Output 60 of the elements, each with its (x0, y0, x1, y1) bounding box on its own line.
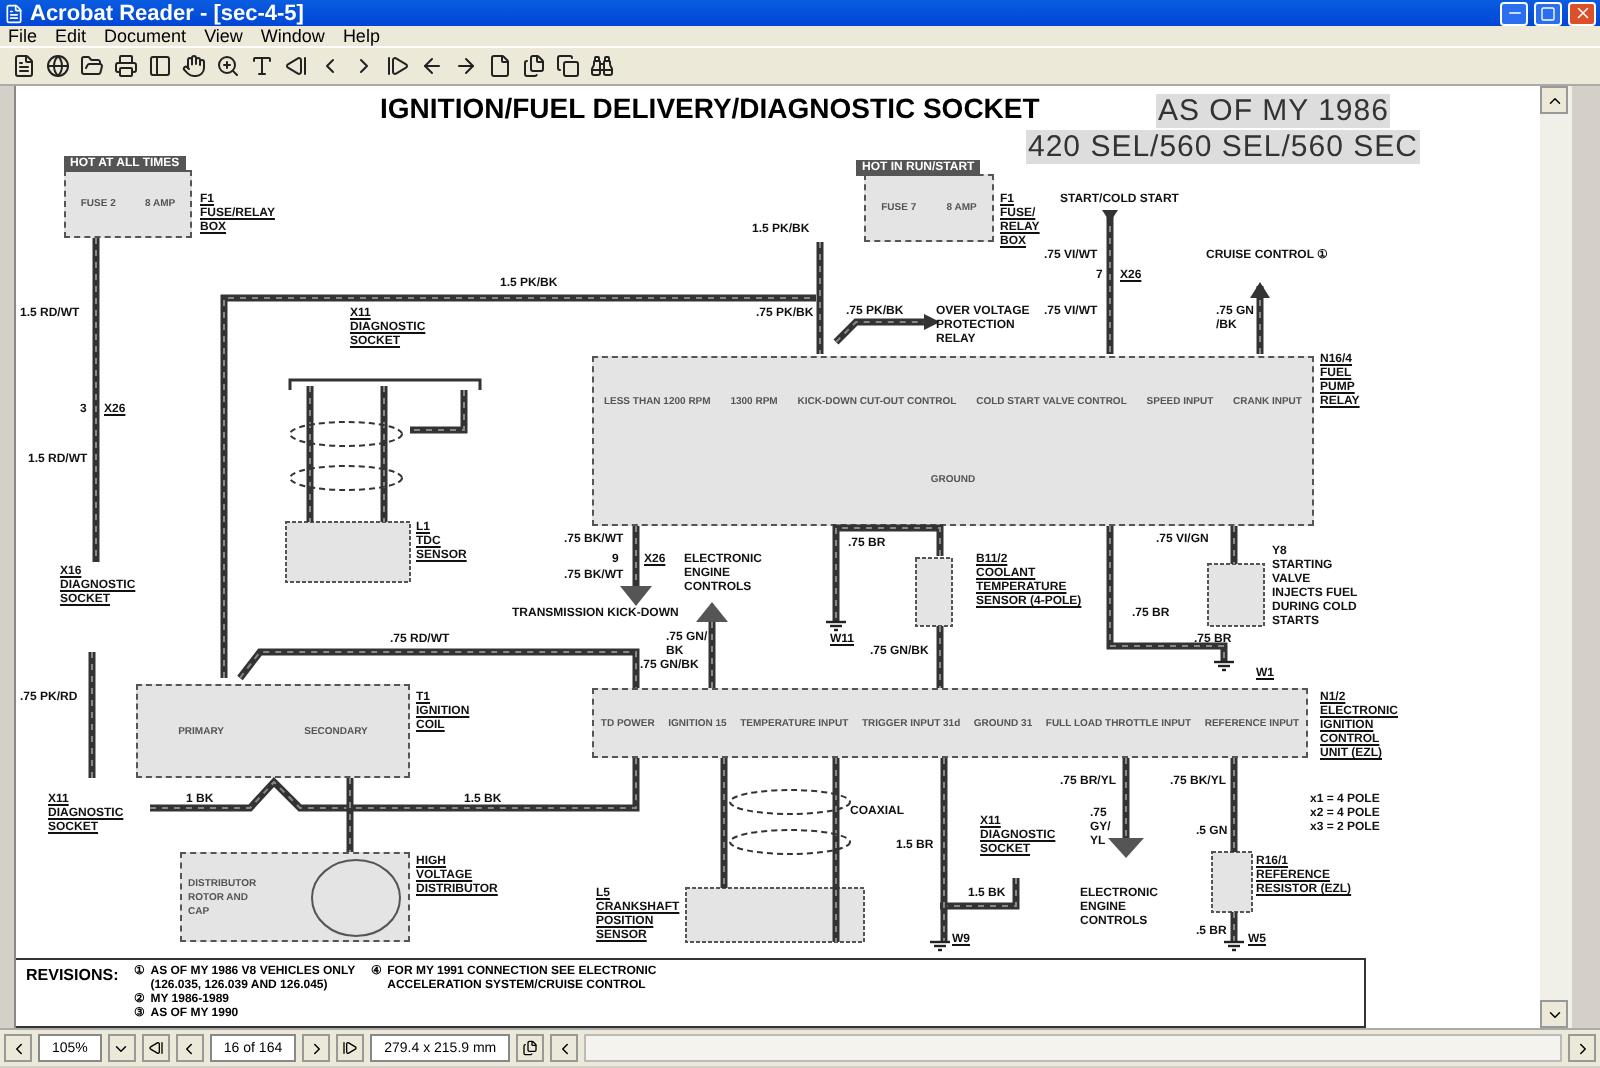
scroll-left-button[interactable] (4, 1034, 32, 1062)
hand-button[interactable] (178, 51, 208, 81)
menu-item[interactable]: File (8, 26, 38, 46)
globe-icon (45, 54, 69, 78)
copy-icon (555, 54, 579, 78)
scroll-down-button[interactable] (1540, 1000, 1568, 1028)
first-page-button[interactable] (280, 51, 310, 81)
scroll-right-button[interactable] (1568, 1034, 1596, 1062)
open-folder-button[interactable] (76, 51, 106, 81)
edition-note: AS OF MY 1986 (1156, 94, 1391, 128)
restore-icon (1540, 5, 1556, 21)
model-list: 420 SEL/560 SEL/560 SEC (1026, 130, 1420, 164)
last-page-icon (342, 1040, 359, 1056)
first-page-button[interactable] (141, 1034, 170, 1062)
last-page-button[interactable] (336, 1034, 365, 1062)
menu-item[interactable]: Document (104, 26, 187, 46)
print-button[interactable] (110, 51, 140, 81)
page-layout-button[interactable] (516, 1034, 545, 1062)
close-icon (1573, 4, 1591, 22)
vertical-scrollbar[interactable] (1540, 86, 1572, 1028)
next-page-button[interactable] (302, 1034, 331, 1062)
zoom-button[interactable] (212, 51, 242, 81)
menu-item[interactable]: Window (260, 26, 325, 46)
panel-icon (147, 54, 171, 78)
menu-item[interactable]: Help (342, 26, 380, 46)
first-page-icon (283, 54, 307, 78)
last-page-button[interactable] (382, 51, 412, 81)
text-select-icon (249, 54, 273, 78)
forward-icon (453, 54, 477, 78)
document-icon (11, 54, 35, 78)
minimize-button[interactable] (1500, 1, 1528, 25)
hand-icon (181, 54, 205, 78)
horizontal-scrollbar[interactable] (584, 1034, 1562, 1062)
page-icon (487, 54, 511, 78)
restore-button[interactable] (1534, 1, 1562, 25)
binoculars-icon (589, 54, 613, 78)
back-icon (419, 54, 443, 78)
first-page-icon (147, 1040, 164, 1056)
pages-icon (522, 1040, 539, 1056)
pages-button[interactable] (518, 51, 548, 81)
diagram-title: IGNITION/FUEL DELIVERY/DIAGNOSTIC SOCKET (380, 92, 1040, 124)
zoom-dropdown-button[interactable] (107, 1034, 136, 1062)
print-icon (113, 54, 137, 78)
previous-page-button[interactable] (175, 1034, 204, 1062)
globe-button[interactable] (42, 51, 72, 81)
menu-item[interactable]: View (204, 26, 243, 46)
close-button[interactable] (1568, 1, 1596, 25)
scroll-left-button[interactable] (550, 1034, 579, 1062)
copy-button[interactable] (552, 51, 582, 81)
revisions-heading: REVISIONS: (26, 966, 119, 988)
scroll-up-button[interactable] (1540, 86, 1568, 114)
app-icon (4, 3, 24, 23)
binoculars-button[interactable] (586, 51, 616, 81)
menu-item[interactable]: Edit (55, 26, 87, 46)
panel-button[interactable] (144, 51, 174, 81)
pages-icon (521, 54, 545, 78)
last-page-icon (385, 54, 409, 78)
open-folder-icon (79, 54, 103, 78)
window-title: Acrobat Reader - [sec-4-5] (30, 1, 306, 25)
zoom-icon (215, 54, 239, 78)
